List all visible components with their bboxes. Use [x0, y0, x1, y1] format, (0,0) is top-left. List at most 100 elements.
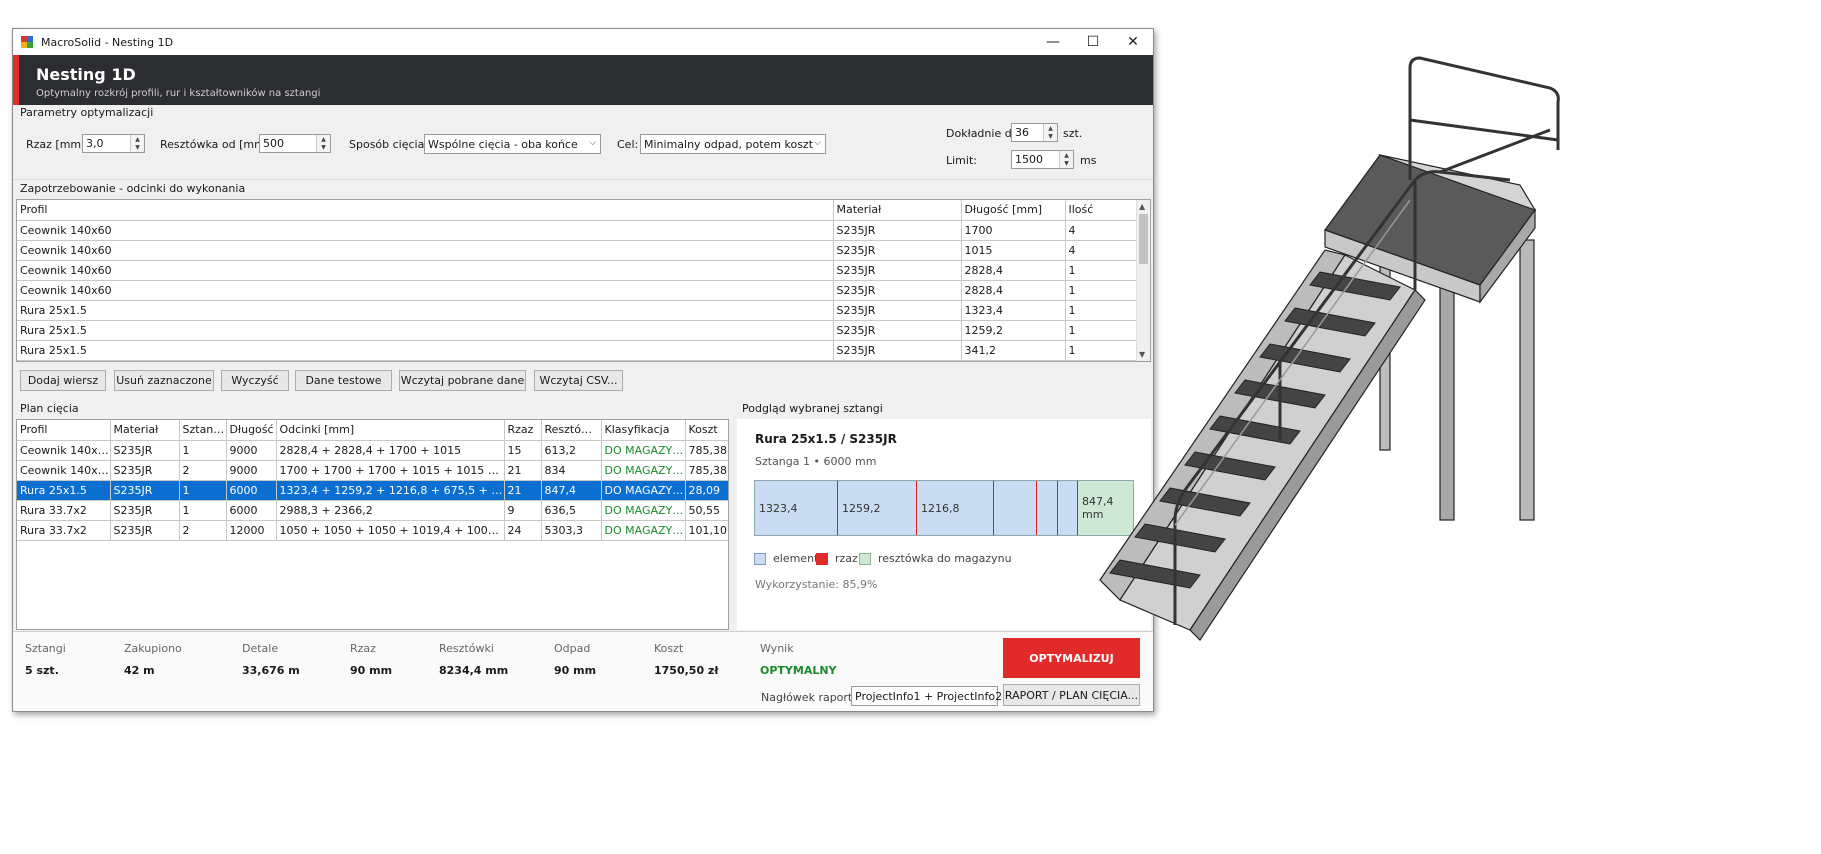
add-row-button[interactable]: Dodaj wiersz: [20, 370, 106, 391]
column-header[interactable]: Długość [mm]: [961, 200, 1066, 221]
table-cell[interactable]: S235JR: [110, 520, 180, 541]
table-cell[interactable]: 1700 + 1700 + 1700 + 1015 + 1015 + 1015: [276, 460, 505, 481]
column-header[interactable]: Resztówka: [541, 420, 602, 441]
table-cell[interactable]: 1700: [961, 220, 1066, 241]
table-cell[interactable]: Rura 33.7x2: [17, 500, 111, 521]
table-cell[interactable]: Ceownik 140x60: [17, 260, 834, 281]
table-row[interactable]: Ceownik 140x60 S235JR 1015 4: [17, 240, 1138, 261]
table-cell[interactable]: 9: [504, 500, 542, 521]
table-cell[interactable]: 12000: [226, 520, 277, 541]
table-cell[interactable]: S235JR: [833, 280, 962, 301]
column-header[interactable]: Profil: [17, 420, 111, 441]
table-cell[interactable]: DO MAGAZYNU: [601, 500, 686, 521]
table-row[interactable]: Rura 33.7x2 S235JR 2 12000 1050 + 1050 + 105…: [17, 520, 728, 541]
table-cell[interactable]: 1259,2: [961, 320, 1066, 341]
table-cell[interactable]: 636,5: [541, 500, 602, 521]
table-cell[interactable]: S235JR: [110, 440, 180, 461]
table-cell[interactable]: DO MAGAZYNU: [601, 460, 686, 481]
table-cell[interactable]: Rura 33.7x2: [17, 520, 111, 541]
column-header[interactable]: Długość: [226, 420, 277, 441]
table-cell[interactable]: Ceownik 140x60: [17, 440, 111, 461]
table-cell[interactable]: 2: [179, 460, 227, 481]
table-cell[interactable]: 1: [179, 500, 227, 521]
kerf-input[interactable]: 3,0 ▲ ▼: [82, 134, 145, 153]
goal-select[interactable]: Minimalny odpad, potem koszt ⌵: [640, 134, 826, 154]
table-cell[interactable]: S235JR: [833, 240, 962, 261]
table-row[interactable]: Ceownik 140x60 S235JR 1 9000 2828,4 + 2828,4…: [17, 440, 728, 461]
table-cell[interactable]: 834: [541, 460, 602, 481]
table-cell[interactable]: 50,55: [685, 500, 728, 521]
table-row[interactable]: Ceownik 140x60 S235JR 2828,4 1: [17, 280, 1138, 301]
load-csv-button[interactable]: Wczytaj CSV...: [534, 370, 623, 391]
table-cell[interactable]: 785,38: [685, 440, 728, 461]
column-header[interactable]: Klasyfikacja: [601, 420, 686, 441]
clear-button[interactable]: Wyczyść: [221, 370, 289, 391]
table-cell[interactable]: 101,10: [685, 520, 728, 541]
table-cell[interactable]: DO MAGAZYNU: [601, 480, 686, 501]
table-row[interactable]: Rura 25x1.5 S235JR 341,2 1: [17, 340, 1138, 361]
table-row[interactable]: Rura 33.7x2 S235JR 1 6000 2988,3 + 2366,2 9 63…: [17, 500, 728, 521]
cutting-plan-grid[interactable]: Profil Materiał Sztanga Długość Odcinki [mm]…: [16, 419, 729, 630]
table-row[interactable]: Ceownik 140x60 S235JR 1700 4: [17, 220, 1138, 241]
table-row[interactable]: Rura 25x1.5 S235JR 1 6000 1323,4 + 1259,2 + …: [17, 480, 728, 501]
table-cell[interactable]: S235JR: [110, 460, 180, 481]
table-cell[interactable]: 2: [179, 520, 227, 541]
table-cell[interactable]: S235JR: [110, 480, 180, 501]
spin-arrows-icon[interactable]: ▲ ▼: [130, 135, 144, 152]
table-cell[interactable]: 1050 + 1050 + 1050 + 1019,4 + 1009,7 + 9…: [276, 520, 505, 541]
table-cell[interactable]: 1323,4 + 1259,2 + 1216,8 + 675,5 + 341,2…: [276, 480, 505, 501]
table-cell[interactable]: Ceownik 140x60: [17, 220, 834, 241]
spin-arrows-icon[interactable]: ▲ ▼: [316, 135, 330, 152]
table-cell[interactable]: Rura 25x1.5: [17, 480, 111, 501]
table-cell[interactable]: 5303,3: [541, 520, 602, 541]
table-cell[interactable]: S235JR: [833, 220, 962, 241]
table-cell[interactable]: 341,2: [961, 340, 1066, 361]
table-cell[interactable]: 28,09: [685, 480, 728, 501]
table-cell[interactable]: S235JR: [110, 500, 180, 521]
remove-selected-button[interactable]: Usuń zaznaczone: [114, 370, 214, 391]
table-cell[interactable]: Ceownik 140x60: [17, 460, 111, 481]
table-cell[interactable]: 2988,3 + 2366,2: [276, 500, 505, 521]
table-cell[interactable]: Rura 25x1.5: [17, 340, 834, 361]
table-cell[interactable]: 21: [504, 480, 542, 501]
table-cell[interactable]: 2828,4: [961, 280, 1066, 301]
table-cell[interactable]: Ceownik 140x60: [17, 280, 834, 301]
report-header-select[interactable]: ProjectInfo1 + ProjectInfo2 ⌵: [851, 686, 1002, 706]
table-cell[interactable]: S235JR: [833, 300, 962, 321]
demand-grid[interactable]: Profil Materiał Długość [mm] Ilość Ceownik …: [16, 199, 1151, 362]
column-header[interactable]: Sztanga: [179, 420, 227, 441]
test-data-button[interactable]: Dane testowe: [295, 370, 392, 391]
table-cell[interactable]: 2828,4 + 2828,4 + 1700 + 1015: [276, 440, 505, 461]
table-cell[interactable]: 6000: [226, 500, 277, 521]
spin-arrows-icon[interactable]: ▲ ▼: [1043, 124, 1057, 141]
table-cell[interactable]: Rura 25x1.5: [17, 320, 834, 341]
column-header[interactable]: Odcinki [mm]: [276, 420, 505, 441]
table-cell[interactable]: Ceownik 140x60: [17, 240, 834, 261]
table-cell[interactable]: 613,2: [541, 440, 602, 461]
table-row[interactable]: Rura 25x1.5 S235JR 1259,2 1: [17, 320, 1138, 341]
column-header[interactable]: Materiał: [833, 200, 962, 221]
table-cell[interactable]: 785,38: [685, 460, 728, 481]
cut-mode-select[interactable]: Wspólne cięcia - oba końce ⌵: [424, 134, 601, 154]
table-cell[interactable]: 9000: [226, 440, 277, 461]
table-cell[interactable]: DO MAGAZYNU: [601, 440, 686, 461]
table-row[interactable]: Ceownik 140x60 S235JR 2828,4 1: [17, 260, 1138, 281]
accuracy-input[interactable]: 36 ▲ ▼: [1011, 123, 1058, 142]
spin-arrows-icon[interactable]: ▲ ▼: [1059, 151, 1073, 168]
table-cell[interactable]: 9000: [226, 460, 277, 481]
column-header[interactable]: Koszt: [685, 420, 728, 441]
table-cell[interactable]: 847,4: [541, 480, 602, 501]
table-cell[interactable]: 1015: [961, 240, 1066, 261]
table-cell[interactable]: 1: [179, 480, 227, 501]
table-cell[interactable]: S235JR: [833, 260, 962, 281]
minimize-icon[interactable]: —: [1033, 29, 1073, 55]
table-cell[interactable]: DO MAGAZYNU: [601, 520, 686, 541]
table-cell[interactable]: Rura 25x1.5: [17, 300, 834, 321]
table-cell[interactable]: 21: [504, 460, 542, 481]
report-button[interactable]: RAPORT / PLAN CIĘCIA...: [1003, 684, 1140, 706]
table-row[interactable]: Rura 25x1.5 S235JR 1323,4 1: [17, 300, 1138, 321]
table-cell[interactable]: 1323,4: [961, 300, 1066, 321]
table-cell[interactable]: S235JR: [833, 340, 962, 361]
table-cell[interactable]: 24: [504, 520, 542, 541]
column-header[interactable]: Materiał: [110, 420, 180, 441]
